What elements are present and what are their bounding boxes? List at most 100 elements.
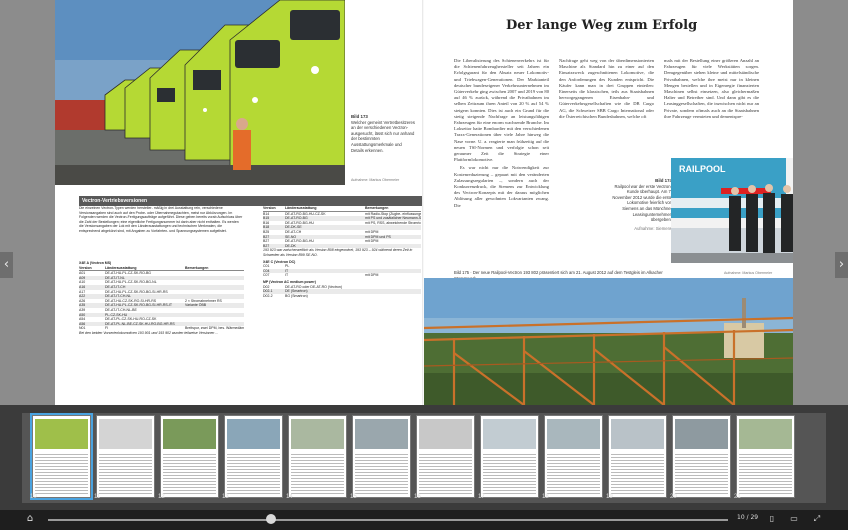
page-thumbnail[interactable] xyxy=(160,415,219,498)
thumbnail-image xyxy=(611,419,664,449)
page-thumbnail[interactable] xyxy=(544,415,603,498)
thumbnail-text-line xyxy=(419,478,472,480)
thumbnail-text-line xyxy=(547,454,600,456)
thumbnail-text-line xyxy=(675,454,728,456)
thumbnail-text-line xyxy=(739,454,792,456)
thumbnail-image xyxy=(291,419,344,449)
thumbnail-text-line xyxy=(419,454,472,456)
single-page-icon[interactable]: ▯ xyxy=(766,513,778,525)
table-row: C07 IT mit DPM xyxy=(263,273,421,278)
thumbnail-text-line xyxy=(611,484,664,486)
note-right: 193 923 war zwischenzeitlich als Version… xyxy=(263,248,413,257)
thumbnail-text-line xyxy=(99,469,152,471)
page-thumbnail[interactable] xyxy=(736,415,795,498)
thumbnail-text-line xyxy=(99,454,152,456)
thumbnail-text-line xyxy=(547,487,600,489)
thumbnail-page-number: 10 xyxy=(30,494,37,500)
thumbnail-text-line xyxy=(163,469,216,471)
thumbnail-text-line xyxy=(99,460,152,462)
thumbnail-text-line xyxy=(355,466,408,468)
thumbnail-image xyxy=(163,419,216,449)
thumbnail-text-line xyxy=(35,460,88,462)
thumbnail-text-line xyxy=(35,466,88,468)
thumbnail-text-line xyxy=(483,487,536,489)
thumbnail-text-line xyxy=(35,478,88,480)
next-page-arrow-icon[interactable]: › xyxy=(835,252,848,278)
thumbnail-text-line xyxy=(739,472,792,474)
thumbnail-text-line xyxy=(675,463,728,465)
thumbnail-text-line xyxy=(291,490,344,492)
thumbnail-image xyxy=(547,419,600,449)
thumbnail-text-line xyxy=(35,463,88,465)
thumbnail-text-line xyxy=(227,490,280,492)
thumbnail-text-line xyxy=(739,490,792,492)
table-row: D02-2 BG (Smartron) xyxy=(263,294,421,299)
thumbnail-text-line xyxy=(355,457,408,459)
page-thumbnail[interactable] xyxy=(288,415,347,498)
photo-caption-2: Bild 174 Railpool war der erste Vectron-… xyxy=(612,178,672,231)
page-thumbnail[interactable] xyxy=(608,415,667,498)
thumbnail-text-line xyxy=(163,493,216,495)
thumbnail-image xyxy=(739,419,792,449)
thumbnail-text-line xyxy=(483,484,536,486)
thumbnail-text-line xyxy=(291,478,344,480)
thumbnail-text-line xyxy=(99,472,152,474)
thumbnail-text-line xyxy=(547,490,600,492)
thumbnail-text-line xyxy=(99,484,152,486)
thumbnail-text-line xyxy=(35,469,88,471)
table-cell: mit DPM xyxy=(365,273,379,278)
thumbnail-text-line xyxy=(675,475,728,477)
thumbnail-text-line xyxy=(419,472,472,474)
thumbnail-text-line xyxy=(611,481,664,483)
page-count: 10 / 29 xyxy=(737,514,759,521)
previous-page-arrow-icon[interactable]: ‹ xyxy=(0,252,13,278)
home-icon[interactable]: ⌂ xyxy=(24,513,36,525)
thumbnail-image xyxy=(419,419,472,449)
page-slider-handle[interactable] xyxy=(266,514,276,524)
thumbnail-text-line xyxy=(483,454,536,456)
thumbnail-text-line xyxy=(483,466,536,468)
fullscreen-icon[interactable]: ⤢ xyxy=(811,513,823,525)
thumbnail-text-line xyxy=(35,481,88,483)
page-thumbnail[interactable] xyxy=(352,415,411,498)
thumbnail-text-line xyxy=(419,460,472,462)
thumbnail-text-line xyxy=(163,472,216,474)
thumbnail-text-line xyxy=(291,469,344,471)
page-thumbnail[interactable] xyxy=(416,415,475,498)
page-thumbnail[interactable] xyxy=(30,413,93,500)
thumbnail-text-line xyxy=(547,478,600,480)
page-thumbnail[interactable] xyxy=(672,415,731,498)
thumbnail-text-line xyxy=(99,463,152,465)
thumbnail-text-line xyxy=(675,484,728,486)
thumbnail-text-line xyxy=(483,463,536,465)
thumbnail-text-line xyxy=(227,460,280,462)
thumbnail-text-line xyxy=(547,460,600,462)
page-thumbnail[interactable] xyxy=(96,415,155,498)
thumbnail-text-line xyxy=(163,481,216,483)
thumbnail-text-line xyxy=(419,481,472,483)
page-slider-track[interactable] xyxy=(48,519,728,521)
thumbnail-image xyxy=(99,419,152,449)
caption-label: Bild 174 xyxy=(655,178,672,183)
thumbnail-text-line xyxy=(739,493,792,495)
thumbnail-text-line xyxy=(675,478,728,480)
thumbnail-text-line xyxy=(99,478,152,480)
thumbnail-page-number: 16 xyxy=(414,494,421,500)
thumbnail-image xyxy=(35,419,88,449)
thumbnail-text-line xyxy=(483,478,536,480)
caption-label: Bild 173 xyxy=(351,114,368,119)
thumbnail-text-line xyxy=(163,460,216,462)
page-thumbnail[interactable] xyxy=(480,415,539,498)
photo-credit: Aufnahme: Markus Obermeier xyxy=(351,178,400,182)
right-page: Der lange Weg zum Erfolg Die Liberalisie… xyxy=(424,0,793,405)
thumbnail-text-line xyxy=(547,469,600,471)
thumbnail-text-line xyxy=(291,484,344,486)
thumbnail-text-line xyxy=(675,472,728,474)
page-thumbnail[interactable] xyxy=(224,415,283,498)
thumbnail-text-line xyxy=(355,454,408,456)
thumbnail-text-line xyxy=(611,460,664,462)
handover-photo: RAILPOOL xyxy=(671,158,793,263)
double-page-icon[interactable]: ▭ xyxy=(788,513,800,525)
thumbnail-page-number: 17 xyxy=(478,494,485,500)
thumbnail-text-line xyxy=(291,463,344,465)
